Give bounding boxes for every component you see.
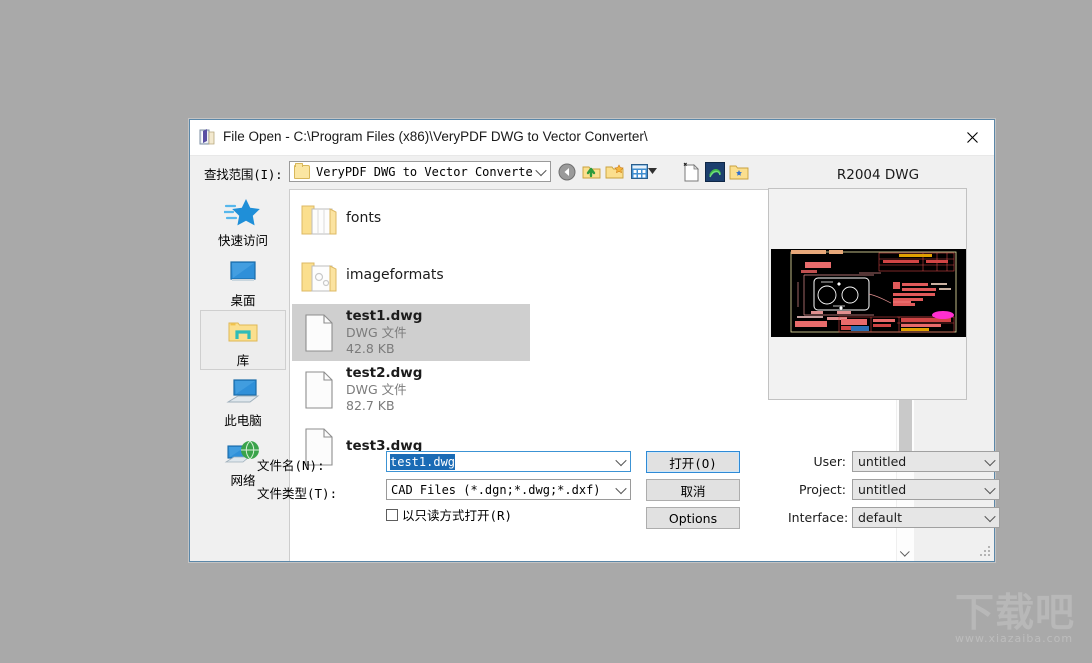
app-icon: [199, 128, 216, 146]
options-button[interactable]: Options: [646, 507, 740, 529]
filename-value: test1.dwg: [390, 453, 456, 470]
sidebar-item-library[interactable]: 库: [200, 310, 286, 370]
user-value: untitled: [858, 454, 907, 469]
quick-access-star-icon: [224, 197, 262, 229]
look-in-combo[interactable]: VeryPDF DWG to Vector Converter: [289, 161, 551, 182]
this-pc-icon: [224, 377, 262, 409]
view-mode-dropdown-icon[interactable]: [645, 160, 659, 183]
back-icon[interactable]: [555, 160, 579, 183]
chevron-down-icon[interactable]: [981, 508, 999, 527]
file-name: test1.dwg: [346, 308, 423, 324]
file-name: imageformats: [346, 267, 444, 283]
scroll-down-button[interactable]: [897, 544, 914, 561]
new-file-icon[interactable]: [679, 160, 703, 183]
filetype-value: CAD Files (*.dgn;*.dwg;*.dxf): [391, 482, 601, 497]
file-open-dialog: File Open - C:\Program Files (x86)\VeryP…: [189, 119, 1000, 562]
filename-input[interactable]: test1.dwg: [386, 451, 631, 472]
filetype-combo[interactable]: CAD Files (*.dgn;*.dwg;*.dxf): [386, 479, 631, 500]
chevron-down-icon[interactable]: [612, 480, 630, 499]
folder-icon: [292, 200, 346, 238]
open-button[interactable]: 打开(O): [646, 451, 740, 473]
project-label: Project:: [799, 482, 846, 497]
favorite-folder-icon[interactable]: [727, 160, 751, 183]
preview-box: [768, 188, 967, 400]
resize-grip[interactable]: [979, 546, 991, 558]
user-field-row: User: untitled: [788, 451, 1000, 472]
close-button[interactable]: [950, 120, 994, 154]
chevron-down-icon[interactable]: [612, 452, 630, 471]
readonly-label: 以只读方式打开(R): [402, 508, 513, 523]
sidebar-item-desktop[interactable]: 桌面: [200, 250, 286, 310]
filename-label: 文件名(N):: [257, 458, 325, 473]
up-folder-icon[interactable]: [579, 160, 603, 183]
desktop-monitor-icon: [224, 257, 262, 289]
user-combo[interactable]: untitled: [852, 451, 1000, 472]
file-name: test2.dwg: [346, 365, 423, 381]
sidebar-item-label: 网络: [230, 473, 256, 488]
sidebar-item-label: 快速访问: [217, 233, 268, 248]
interface-label: Interface:: [788, 510, 849, 525]
readonly-checkbox-row[interactable]: 以只读方式打开(R): [386, 505, 512, 524]
places-sidebar: 快速访问 桌面 库 此电脑 网络: [200, 190, 286, 490]
cancel-button[interactable]: 取消: [646, 479, 740, 501]
watermark: 下载吧 www.xiazaiba.com: [955, 592, 1083, 654]
chevron-down-icon[interactable]: [981, 480, 999, 499]
new-folder-icon[interactable]: [603, 160, 627, 183]
document-icon: [292, 369, 346, 411]
file-size: 82.7 KB: [346, 398, 395, 413]
chevron-down-icon[interactable]: [532, 162, 550, 181]
look-in-value: VeryPDF DWG to Vector Converter: [316, 164, 532, 179]
watermark-url: www.xiazaiba.com: [955, 632, 1074, 645]
filetype-label: 文件类型(T):: [257, 486, 338, 501]
project-value: untitled: [858, 482, 907, 497]
title-bar: File Open - C:\Program Files (x86)\VeryP…: [190, 120, 994, 156]
dwg-preview-image: [771, 249, 966, 337]
library-folder-icon: [224, 317, 262, 349]
sidebar-item-quick-access[interactable]: 快速访问: [200, 190, 286, 250]
interface-field-row: Interface: default: [788, 507, 1000, 528]
preview-title: R2004 DWG: [836, 167, 920, 183]
user-label: User:: [813, 454, 846, 469]
sidebar-item-this-pc[interactable]: 此电脑: [200, 370, 286, 430]
sidebar-item-label: 此电脑: [224, 413, 262, 428]
sidebar-item-label: 桌面: [230, 293, 256, 308]
folder-icon: [292, 257, 346, 295]
document-icon: [292, 312, 346, 354]
chevron-down-icon[interactable]: [981, 452, 999, 471]
project-field-row: Project: untitled: [788, 479, 1000, 500]
watermark-text: 下载吧: [955, 591, 1076, 636]
file-type: DWG 文件: [346, 382, 407, 397]
project-combo[interactable]: untitled: [852, 479, 1000, 500]
folder-icon: [294, 162, 310, 179]
sidebar-item-label: 库: [236, 353, 250, 368]
file-size: 42.8 KB: [346, 341, 395, 356]
file-type: DWG 文件: [346, 325, 407, 340]
look-in-label: 查找范围(I):: [204, 167, 283, 182]
window-title: File Open - C:\Program Files (x86)\VeryP…: [223, 129, 648, 144]
converter-logo-icon[interactable]: [703, 160, 727, 183]
interface-combo[interactable]: default: [852, 507, 1000, 528]
readonly-checkbox[interactable]: [386, 508, 398, 521]
file-name: fonts: [346, 210, 382, 226]
interface-value: default: [858, 510, 902, 525]
